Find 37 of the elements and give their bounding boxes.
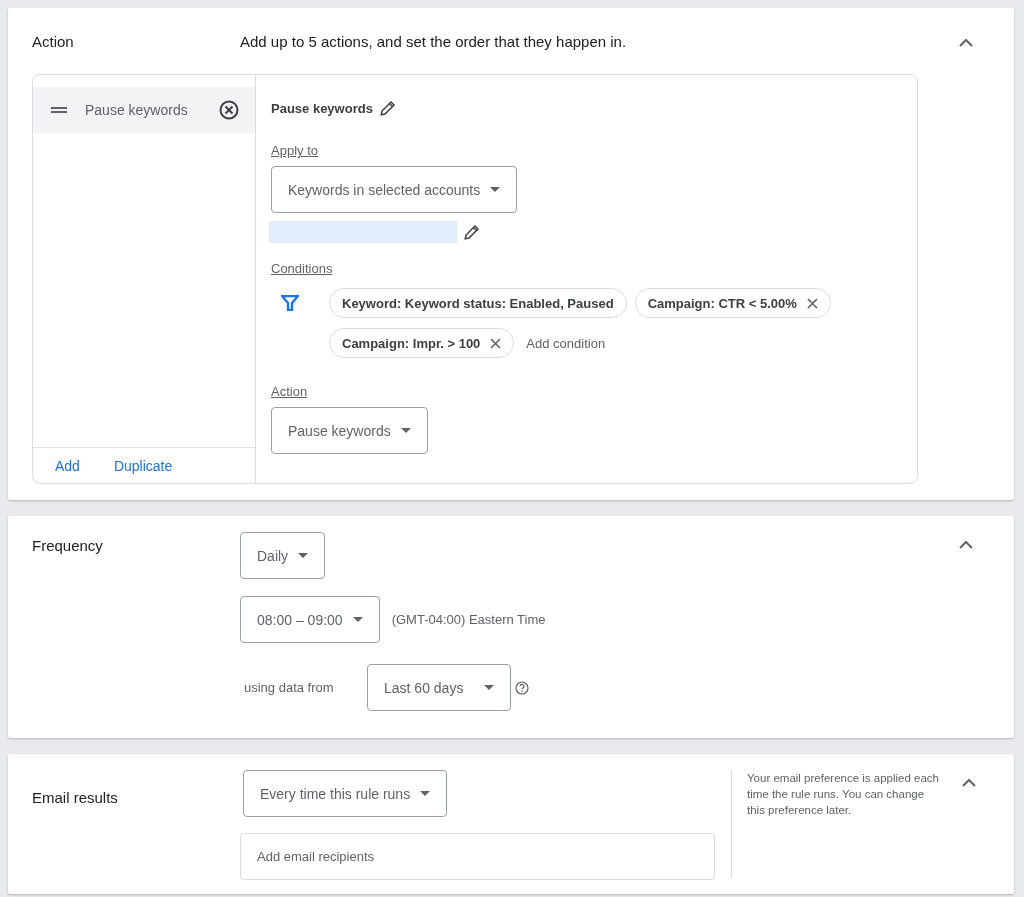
data-range-label: using data from xyxy=(244,680,335,695)
caret-icon xyxy=(400,428,411,433)
apply-to-dropdown[interactable]: Keywords in selected accounts xyxy=(271,166,518,213)
section-title: Action xyxy=(32,32,75,52)
caret-icon xyxy=(298,553,309,558)
action-label: Pause keywords xyxy=(85,102,189,118)
caret-icon xyxy=(490,187,501,192)
pencil-icon[interactable] xyxy=(378,99,397,117)
add-condition-link[interactable]: Add condition xyxy=(526,335,606,351)
caret-icon xyxy=(420,791,431,796)
section-title: Email results xyxy=(32,788,119,808)
email-note: Your email preference is applied each time the rule runs. You can change this preference later. xyxy=(731,770,957,878)
drag-handle-icon[interactable] xyxy=(51,107,67,113)
section-description: Add up to 5 actions, and set the order that they happen in. xyxy=(240,32,628,52)
action-item[interactable]: Pause keywords xyxy=(33,87,255,133)
section-title: Frequency xyxy=(32,536,104,556)
data-range-dropdown[interactable]: Last 60 days xyxy=(367,664,511,711)
field-label: Apply to xyxy=(271,143,318,158)
caret-icon xyxy=(352,617,363,622)
remove-circle-icon[interactable] xyxy=(219,100,239,120)
footer-link[interactable]: Duplicate xyxy=(113,457,173,474)
period-dropdown[interactable]: Daily xyxy=(240,532,326,579)
time-dropdown[interactable]: 08:00 – 09:00 xyxy=(240,596,380,643)
filter-icon xyxy=(281,295,299,311)
email-frequency-dropdown[interactable]: Every time this rule runs xyxy=(243,770,448,817)
help-icon[interactable] xyxy=(515,680,529,695)
pencil-icon[interactable] xyxy=(463,223,481,241)
caret-icon xyxy=(484,685,494,690)
action-dropdown[interactable]: Pause keywords xyxy=(271,407,428,454)
field-label: Action xyxy=(271,384,308,399)
close-icon[interactable] xyxy=(490,337,502,349)
field-label: Conditions xyxy=(271,261,333,276)
email-recipients-field[interactable]: Add email recipients xyxy=(240,833,715,880)
close-icon[interactable] xyxy=(806,297,818,309)
footer-link[interactable]: Add xyxy=(55,457,80,474)
timezone-text: (GMT-04:00) Eastern Time xyxy=(391,612,546,627)
action-name: Pause keywords xyxy=(271,100,373,116)
